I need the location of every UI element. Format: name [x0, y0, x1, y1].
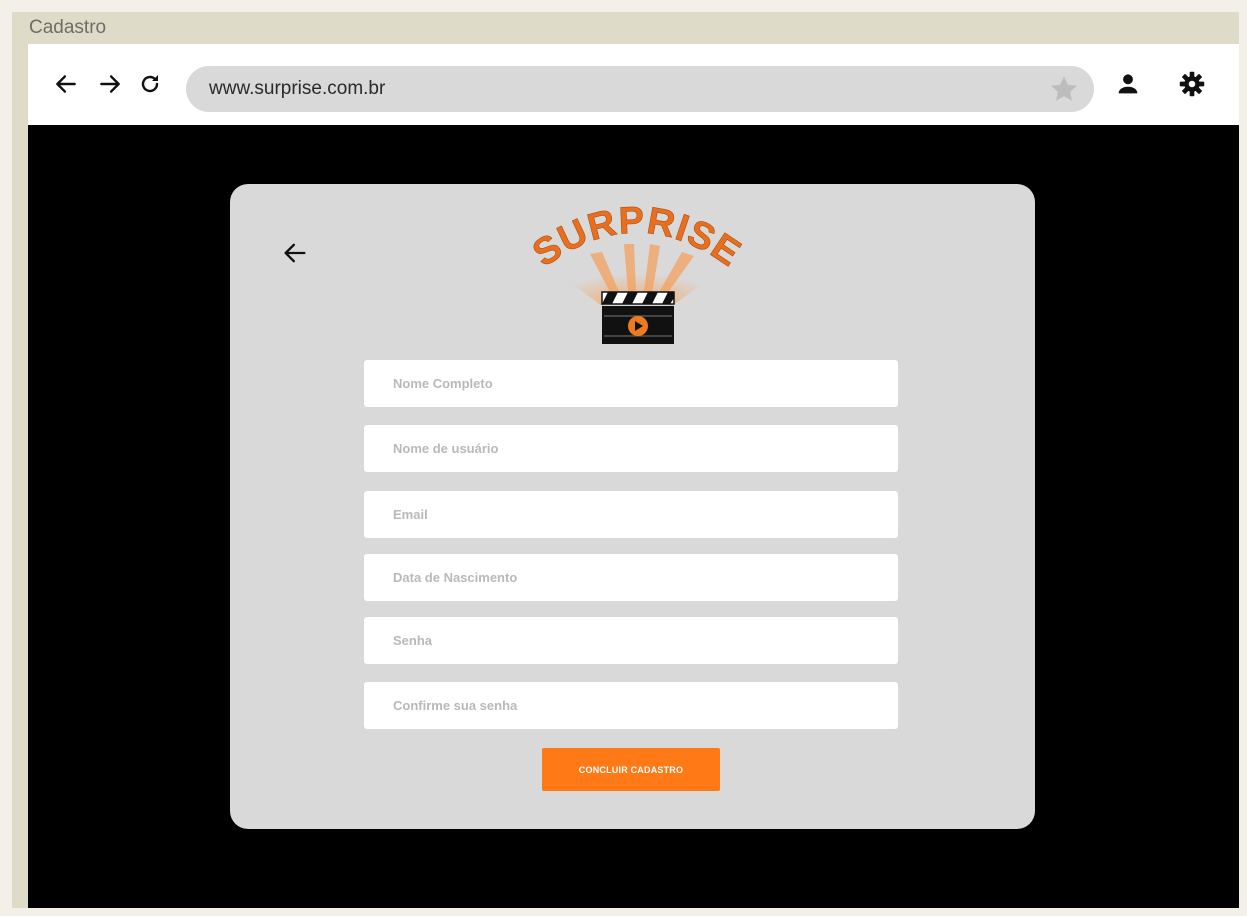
user-icon: [1118, 74, 1138, 94]
birth-date-input[interactable]: [364, 554, 898, 601]
star-icon[interactable]: [1048, 73, 1080, 105]
arrow-right-icon: [100, 75, 120, 93]
complete-signup-button[interactable]: CONCLUIR CADASTRO: [542, 748, 720, 791]
back-button[interactable]: [50, 68, 82, 100]
username-input[interactable]: [364, 425, 898, 472]
address-bar[interactable]: www.surprise.com.br: [186, 66, 1094, 112]
reload-button[interactable]: [134, 68, 166, 100]
full-name-input[interactable]: [364, 360, 898, 407]
profile-button[interactable]: [1112, 68, 1144, 100]
arrow-left-icon: [284, 243, 306, 263]
window-title: Cadastro: [29, 17, 107, 38]
browser-toolbar: www.surprise.com.br: [28, 44, 1239, 125]
email-input[interactable]: [364, 491, 898, 538]
url-text: www.surprise.com.br: [209, 78, 386, 99]
page-viewport: SURPRISE: [28, 125, 1239, 908]
arrow-left-icon: [56, 75, 76, 93]
browser-window: Cadastro www.surprise.com.br URPRIS Nome…: [12, 12, 1239, 908]
surprise-logo: SURPRISE: [532, 206, 742, 344]
signup-card: SURPRISE: [230, 184, 1035, 829]
settings-button[interactable]: [1176, 68, 1208, 100]
gear-icon: [1179, 71, 1205, 97]
confirm-password-input[interactable]: [364, 682, 898, 729]
password-input[interactable]: [364, 617, 898, 664]
back-arrow-button[interactable]: [278, 236, 312, 270]
forward-button[interactable]: [94, 68, 126, 100]
reload-icon: [141, 75, 159, 93]
